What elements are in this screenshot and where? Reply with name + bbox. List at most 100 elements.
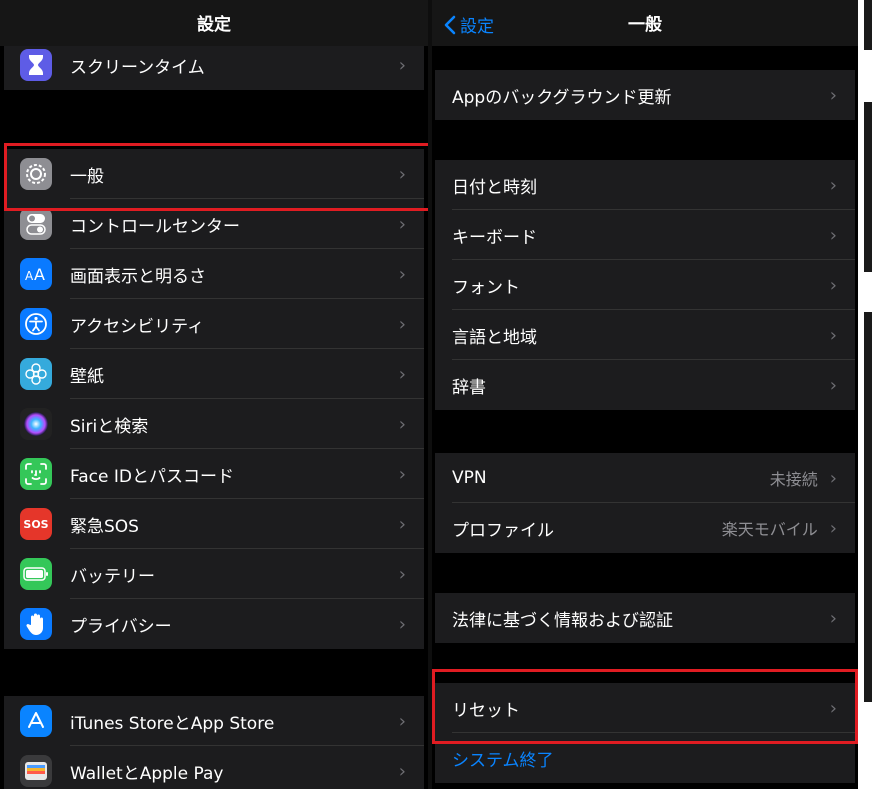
chevron-right-icon: › (398, 363, 406, 385)
chevron-right-icon: › (829, 374, 837, 396)
settings-item-siri[interactable]: Siriと検索 › (4, 399, 424, 449)
chevron-right-icon: › (398, 613, 406, 635)
chevron-right-icon: › (829, 274, 837, 296)
page-title: 設定 (197, 15, 231, 35)
settings-item-label: iTunes StoreとApp Store (70, 713, 275, 734)
toggles-icon (20, 208, 52, 240)
general-item-label: 法律に基づく情報および認証 (452, 610, 673, 631)
settings-item-label: 緊急SOS (70, 516, 139, 537)
settings-item-label: アクセシビリティ (70, 316, 205, 337)
edge-block (864, 0, 872, 50)
general-item-label: 日付と時刻 (452, 177, 537, 198)
battery-icon (20, 558, 52, 590)
page-title: 一般 (628, 15, 662, 35)
general-group-4: 法律に基づく情報および認証 › (435, 593, 855, 643)
general-item-dictionary[interactable]: 辞書 › (435, 360, 855, 410)
svg-text:A: A (25, 269, 34, 283)
svg-text:A: A (34, 265, 45, 283)
highlight-general (4, 143, 428, 211)
general-item-fonts[interactable]: フォント › (435, 260, 855, 310)
settings-item-screen-time[interactable]: スクリーンタイム › (4, 40, 424, 90)
settings-item-face-id[interactable]: Face IDとパスコード › (4, 449, 424, 499)
general-item-background-refresh[interactable]: Appのバックグラウンド更新 › (435, 70, 855, 120)
wallet-icon (20, 755, 52, 787)
settings-group-3: iTunes StoreとApp Store › WalletとApple Pa… (4, 696, 424, 789)
general-item-label: VPN (452, 468, 487, 488)
app-store-icon (20, 705, 52, 737)
chevron-right-icon: › (829, 84, 837, 106)
chevron-right-icon: › (398, 313, 406, 335)
general-panel: Appのバックグラウンド更新 › 日付と時刻 › キーボード › フォント › … (432, 0, 858, 789)
general-item-label: 言語と地域 (452, 327, 537, 348)
chevron-right-icon: › (398, 563, 406, 585)
general-item-language-region[interactable]: 言語と地域 › (435, 310, 855, 360)
face-id-icon (20, 458, 52, 490)
settings-navbar: 設定 (0, 0, 428, 46)
general-group-3: VPN 未接続 › プロファイル 楽天モバイル › (435, 453, 855, 553)
general-item-label: 辞書 (452, 377, 486, 398)
general-item-keyboard[interactable]: キーボード › (435, 210, 855, 260)
chevron-right-icon: › (398, 463, 406, 485)
general-navbar: 一般 設定 (432, 0, 858, 46)
general-item-label: Appのバックグラウンド更新 (452, 87, 672, 108)
general-item-label: キーボード (452, 227, 537, 248)
hourglass-icon (20, 49, 52, 81)
settings-item-wallet[interactable]: WalletとApple Pay › (4, 746, 424, 789)
settings-item-label: Siriと検索 (70, 416, 149, 437)
settings-item-display[interactable]: AA 画面表示と明るさ › (4, 249, 424, 299)
chevron-right-icon: › (398, 54, 406, 76)
settings-item-label: 壁紙 (70, 366, 104, 387)
settings-item-label: WalletとApple Pay (70, 763, 224, 784)
settings-panel: スクリーンタイム › 一般 › コントロールセンター › AA 画面表示と明るさ (0, 0, 428, 789)
chevron-right-icon: › (829, 607, 837, 629)
highlight-reset (432, 669, 858, 744)
settings-item-label: 画面表示と明るさ (70, 266, 206, 287)
general-item-vpn[interactable]: VPN 未接続 › (435, 453, 855, 503)
settings-item-label: バッテリー (70, 566, 155, 587)
profile-value: 楽天モバイル (721, 520, 818, 539)
general-item-label: フォント (452, 277, 520, 298)
shutdown-link: システム終了 (452, 750, 554, 771)
text-size-icon: AA (20, 258, 52, 290)
settings-item-label: プライバシー (70, 616, 172, 637)
chevron-right-icon: › (398, 710, 406, 732)
general-item-date-time[interactable]: 日付と時刻 › (435, 160, 855, 210)
settings-item-label: Face IDとパスコード (70, 466, 234, 487)
settings-item-battery[interactable]: バッテリー › (4, 549, 424, 599)
chevron-right-icon: › (398, 760, 406, 782)
back-button-label: 設定 (460, 17, 494, 37)
chevron-right-icon: › (829, 517, 837, 539)
edge-strip (858, 0, 872, 789)
chevron-right-icon: › (829, 174, 837, 196)
hand-icon (20, 608, 52, 640)
edge-block (864, 102, 872, 272)
general-item-profile[interactable]: プロファイル 楽天モバイル › (435, 503, 855, 553)
settings-item-wallpaper[interactable]: 壁紙 › (4, 349, 424, 399)
flower-icon (20, 358, 52, 390)
general-item-label: プロファイル (452, 520, 554, 541)
settings-item-emergency-sos[interactable]: SOS 緊急SOS › (4, 499, 424, 549)
settings-item-accessibility[interactable]: アクセシビリティ › (4, 299, 424, 349)
chevron-right-icon: › (829, 224, 837, 246)
chevron-right-icon: › (398, 213, 406, 235)
vpn-status: 未接続 (769, 470, 818, 489)
settings-group-1: スクリーンタイム › (4, 40, 424, 90)
chevron-left-icon (444, 15, 456, 34)
settings-item-app-store[interactable]: iTunes StoreとApp Store › (4, 696, 424, 746)
chevron-right-icon: › (398, 413, 406, 435)
accessibility-icon (20, 308, 52, 340)
edge-block (864, 312, 872, 702)
sos-icon: SOS (20, 508, 52, 540)
general-group-2: 日付と時刻 › キーボード › フォント › 言語と地域 › 辞書 › (435, 160, 855, 410)
general-group-1: Appのバックグラウンド更新 › (435, 70, 855, 120)
siri-icon (20, 408, 52, 440)
settings-item-label: コントロールセンター (70, 216, 240, 237)
settings-group-2: 一般 › コントロールセンター › AA 画面表示と明るさ › アクセシビリティ (4, 149, 424, 649)
back-button[interactable]: 設定 (444, 12, 494, 37)
chevron-right-icon: › (829, 324, 837, 346)
chevron-right-icon: › (398, 263, 406, 285)
settings-item-label: スクリーンタイム (70, 57, 205, 78)
settings-item-privacy[interactable]: プライバシー › (4, 599, 424, 649)
general-item-legal[interactable]: 法律に基づく情報および認証 › (435, 593, 855, 643)
chevron-right-icon: › (829, 467, 837, 489)
